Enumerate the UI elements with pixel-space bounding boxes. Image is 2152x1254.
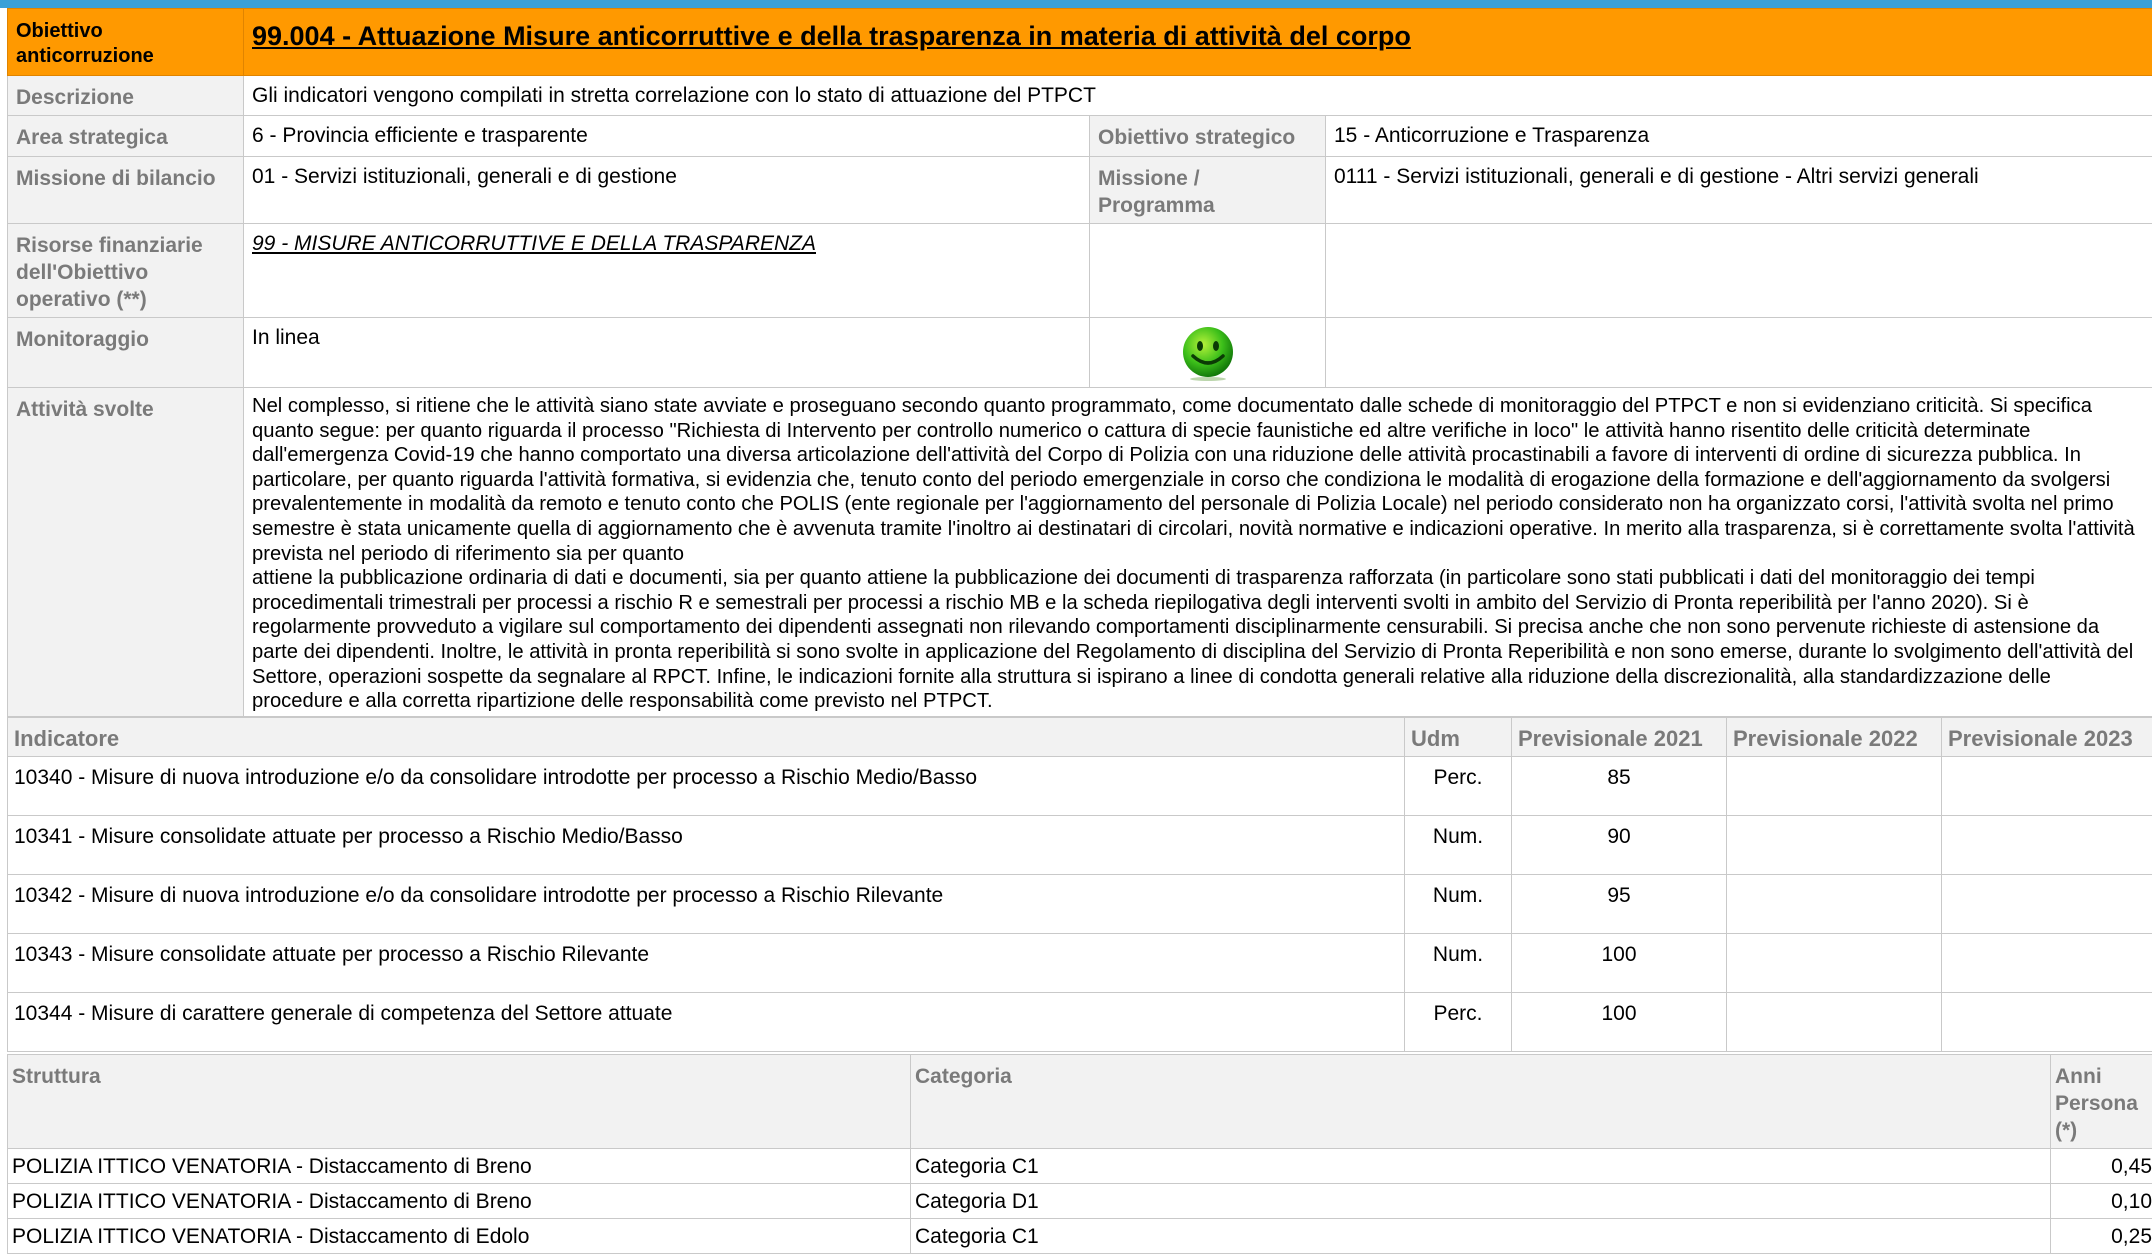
struttura-row: POLIZIA ITTICO VENATORIA - Distaccamento… [8, 1148, 2152, 1183]
details-table: Obiettivo anticorruzione 99.004 - Attuaz… [7, 8, 2152, 717]
struttura-anni: 0,10 [2051, 1183, 2152, 1218]
smiley-icon [1180, 326, 1236, 382]
objective-title-link[interactable]: 99.004 - Attuazione Misure anticorruttiv… [252, 21, 1411, 51]
monitoraggio-empty-cell [1326, 318, 2152, 388]
struttura-anni: 0,45 [2051, 1148, 2152, 1183]
indicatore-p2022 [1727, 874, 1942, 933]
struttura-row: POLIZIA ITTICO VENATORIA - Distaccamento… [8, 1183, 2152, 1218]
obiettivo-strategico-value: 15 - Anticorruzione e Trasparenza [1326, 116, 2152, 157]
descrizione-label: Descrizione [8, 76, 244, 116]
missione-label: Missione di bilancio [8, 157, 244, 224]
programma-label: Missione / Programma [1090, 157, 1326, 224]
attivita-text: Nel complesso, si ritiene che le attivit… [244, 388, 2152, 717]
risorse-label: Risorse finanziarie dell'Obiettivo opera… [8, 224, 244, 318]
risorse-empty-cell-2 [1326, 224, 2152, 318]
struttura-categoria: Categoria C1 [911, 1148, 2051, 1183]
previsionale-2022-header: Previsionale 2022 [1727, 717, 1942, 756]
indicatore-name: 10340 - Misure di nuova introduzione e/o… [8, 756, 1405, 815]
indicatore-p2023 [1942, 756, 2152, 815]
struttura-anni: 0,25 [2051, 1218, 2152, 1253]
indicatore-p2021: 100 [1512, 992, 1727, 1051]
indicatore-row: 10341 - Misure consolidate attuate per p… [8, 815, 2152, 874]
struttura-header: Struttura [8, 1054, 911, 1148]
indicatore-name: 10343 - Misure consolidate attuate per p… [8, 933, 1405, 992]
previsionale-2023-header: Previsionale 2023 [1942, 717, 2152, 756]
indicatore-row: 10342 - Misure di nuova introduzione e/o… [8, 874, 2152, 933]
indicatore-p2022 [1727, 992, 1942, 1051]
struttura-name: POLIZIA ITTICO VENATORIA - Distaccamento… [8, 1183, 911, 1218]
indicatori-table: Indicatore Udm Previsionale 2021 Previsi… [7, 717, 2152, 1052]
indicatore-p2023 [1942, 933, 2152, 992]
attivita-label: Attività svolte [8, 388, 244, 717]
indicatore-udm: Perc. [1405, 992, 1512, 1051]
indicatore-p2022 [1727, 933, 1942, 992]
indicatore-name: 10341 - Misure consolidate attuate per p… [8, 815, 1405, 874]
anni-persona-header: Anni Persona (*) [2051, 1054, 2152, 1148]
indicatori-header-row: Indicatore Udm Previsionale 2021 Previsi… [8, 717, 2152, 756]
indicatore-p2022 [1727, 756, 1942, 815]
struttura-categoria: Categoria D1 [911, 1183, 2051, 1218]
risorse-link[interactable]: 99 - MISURE ANTICORRUTTIVE E DELLA TRASP… [252, 232, 816, 255]
indicatore-udm: Num. [1405, 933, 1512, 992]
indicatore-row: 10343 - Misure consolidate attuate per p… [8, 933, 2152, 992]
indicatore-p2023 [1942, 992, 2152, 1051]
indicatore-row: 10340 - Misure di nuova introduzione e/o… [8, 756, 2152, 815]
risorse-empty-cell [1090, 224, 1326, 318]
struttura-header-row: Struttura Categoria Anni Persona (*) [8, 1054, 2152, 1148]
indicatore-udm: Perc. [1405, 756, 1512, 815]
area-strategica-label: Area strategica [8, 116, 244, 157]
indicatore-name: 10344 - Misure di carattere generale di … [8, 992, 1405, 1051]
struttura-name: POLIZIA ITTICO VENATORIA - Distaccamento… [8, 1218, 911, 1253]
indicatore-p2021: 85 [1512, 756, 1727, 815]
indicatore-p2023 [1942, 815, 2152, 874]
indicatore-udm: Num. [1405, 815, 1512, 874]
objective-label: Obiettivo anticorruzione [8, 9, 244, 76]
descrizione-value: Gli indicatori vengono compilati in stre… [244, 76, 2152, 116]
monitoraggio-label: Monitoraggio [8, 318, 244, 388]
indicatore-p2022 [1727, 815, 1942, 874]
indicatore-row: 10344 - Misure di carattere generale di … [8, 992, 2152, 1051]
indicatore-p2023 [1942, 874, 2152, 933]
struttura-categoria: Categoria C1 [911, 1218, 2051, 1253]
missione-value: 01 - Servizi istituzionali, generali e d… [244, 157, 1090, 224]
indicatore-header: Indicatore [8, 717, 1405, 756]
struttura-name: POLIZIA ITTICO VENATORIA - Distaccamento… [8, 1148, 911, 1183]
obiettivo-strategico-label: Obiettivo strategico [1090, 116, 1326, 157]
categoria-header: Categoria [911, 1054, 2051, 1148]
indicatore-p2021: 100 [1512, 933, 1727, 992]
programma-value: 0111 - Servizi istituzionali, generali e… [1326, 157, 2152, 224]
indicatore-udm: Num. [1405, 874, 1512, 933]
udm-header: Udm [1405, 717, 1512, 756]
indicatore-p2021: 90 [1512, 815, 1727, 874]
indicatore-name: 10342 - Misure di nuova introduzione e/o… [8, 874, 1405, 933]
area-strategica-value: 6 - Provincia efficiente e trasparente [244, 116, 1090, 157]
top-strip [0, 0, 2152, 8]
objective-sheet: Obiettivo anticorruzione 99.004 - Attuaz… [7, 8, 2152, 1254]
struttura-table: Struttura Categoria Anni Persona (*) POL… [7, 1054, 2152, 1254]
objective-header: Obiettivo anticorruzione 99.004 - Attuaz… [8, 9, 2152, 76]
indicatore-p2021: 95 [1512, 874, 1727, 933]
previsionale-2021-header: Previsionale 2021 [1512, 717, 1727, 756]
monitoraggio-value: In linea [244, 318, 1090, 388]
struttura-row: POLIZIA ITTICO VENATORIA - Distaccamento… [8, 1218, 2152, 1253]
